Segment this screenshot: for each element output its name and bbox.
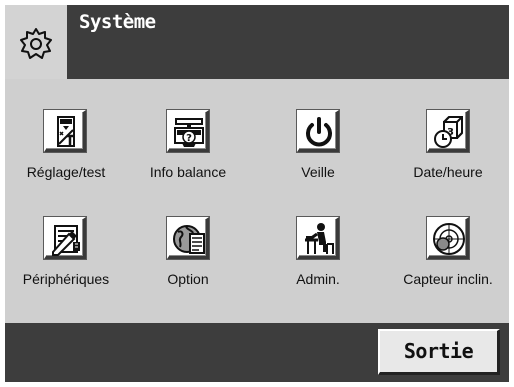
reglage-test-button[interactable] (44, 110, 86, 152)
balance-info-icon: ? (174, 118, 204, 147)
tile-admin[interactable]: Admin. (257, 217, 379, 317)
peripheriques-label: Périphériques (22, 271, 110, 287)
reglage-test-label: Réglage/test (26, 164, 106, 180)
footer-bar: Sortie (5, 323, 509, 382)
tile-peripheriques[interactable]: Périphériques (5, 217, 127, 317)
option-label: Option (167, 271, 209, 287)
tile-veille[interactable]: Veille (257, 110, 379, 210)
menu-grid: Réglage/test ? Info balance Veille 3 Dat… (5, 79, 509, 323)
admin-button[interactable] (297, 217, 339, 259)
exit-button[interactable]: Sortie (378, 329, 500, 375)
admin-label: Admin. (296, 271, 340, 287)
calibration-weight-icon (57, 116, 75, 147)
power-icon (306, 117, 332, 147)
admin-user-icon (305, 223, 334, 254)
info-balance-button[interactable]: ? (167, 110, 209, 152)
tile-date-heure[interactable]: 3 Date/heure (387, 110, 509, 210)
svg-text:?: ? (186, 133, 192, 144)
date-heure-label: Date/heure (413, 164, 483, 180)
tile-option[interactable]: Option (127, 217, 249, 317)
option-button[interactable] (167, 217, 209, 259)
gear-icon (20, 28, 52, 59)
peripherals-icon (52, 225, 80, 256)
capteur-inclin-button[interactable] (427, 217, 469, 259)
level-sensor-icon (433, 223, 465, 255)
page-title: Système (79, 11, 156, 33)
header-bar: Système (5, 5, 509, 79)
tile-info-balance[interactable]: ? Info balance (127, 110, 249, 210)
date-heure-button[interactable]: 3 (427, 110, 469, 152)
peripheriques-button[interactable] (44, 217, 86, 259)
capteur-inclin-label: Capteur inclin. (403, 271, 493, 287)
tile-reglage-test[interactable]: Réglage/test (5, 110, 127, 210)
veille-button[interactable] (297, 110, 339, 152)
header-icon-box (5, 5, 69, 79)
calendar-clock-icon: 3 (434, 116, 463, 148)
tile-capteur-inclin[interactable]: Capteur inclin. (387, 217, 509, 317)
veille-label: Veille (301, 164, 335, 180)
globe-document-icon (173, 225, 205, 254)
system-screen: Système Réglage/test ? Info balance Veil… (5, 5, 509, 382)
info-balance-label: Info balance (149, 164, 227, 180)
